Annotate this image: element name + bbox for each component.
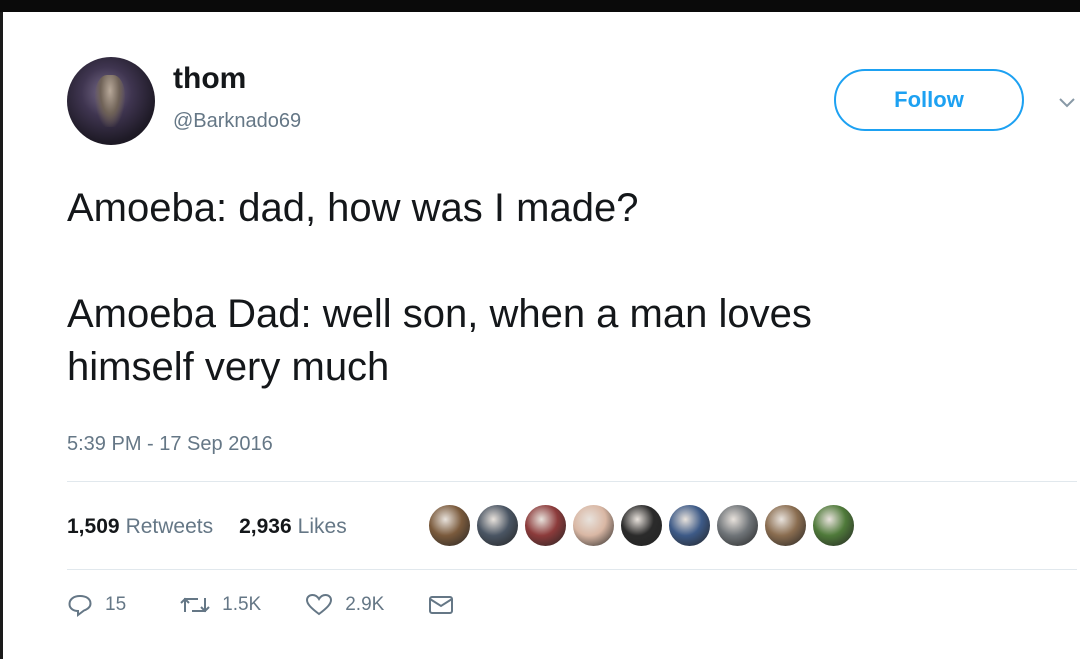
- like-button[interactable]: 2.9K: [305, 593, 384, 617]
- retweets-label[interactable]: Retweets: [126, 515, 214, 539]
- heart-icon: [306, 593, 333, 616]
- liker-avatar[interactable]: [428, 504, 471, 547]
- avatar-figure: [95, 75, 125, 127]
- retweet-button[interactable]: 1.5K: [180, 594, 261, 616]
- liker-avatar[interactable]: [668, 504, 711, 547]
- divider: [67, 481, 1077, 482]
- chevron-down-icon[interactable]: [1058, 96, 1076, 110]
- avatar[interactable]: [67, 57, 155, 145]
- top-bar: [0, 0, 1080, 12]
- liker-avatar[interactable]: [524, 504, 567, 547]
- liker-avatar[interactable]: [572, 504, 615, 547]
- liker-avatar[interactable]: [476, 504, 519, 547]
- envelope-icon: [429, 596, 454, 614]
- reply-icon: [68, 594, 92, 617]
- tweet-timestamp[interactable]: 5:39 PM - 17 Sep 2016: [67, 433, 273, 456]
- direct-message-button[interactable]: [428, 594, 454, 616]
- user-handle[interactable]: @Barknado69: [173, 110, 301, 133]
- retweet-icon: [180, 597, 210, 613]
- tweet-actions: 15 1.5K 2.9K: [67, 593, 454, 617]
- liker-avatar[interactable]: [764, 504, 807, 547]
- retweets-count[interactable]: 1,509: [67, 515, 120, 539]
- tweet-stats: 1,509 Retweets 2,936 Likes: [67, 515, 347, 539]
- liker-avatar[interactable]: [716, 504, 759, 547]
- tweet-text: Amoeba: dad, how was I made? Amoeba Dad:…: [67, 186, 812, 389]
- follow-button[interactable]: Follow: [834, 69, 1024, 131]
- likes-count[interactable]: 2,936: [239, 515, 292, 539]
- reply-button[interactable]: 15: [67, 593, 126, 617]
- liker-avatar[interactable]: [620, 504, 663, 547]
- likers-avatars: [428, 504, 855, 547]
- like-count: 2.9K: [345, 594, 385, 615]
- liker-avatar[interactable]: [812, 504, 855, 547]
- display-name[interactable]: thom: [173, 62, 246, 96]
- likes-label[interactable]: Likes: [298, 515, 347, 539]
- divider: [67, 569, 1077, 570]
- reply-count: 15: [105, 594, 127, 615]
- left-edge: [0, 12, 3, 659]
- retweet-count: 1.5K: [222, 594, 262, 615]
